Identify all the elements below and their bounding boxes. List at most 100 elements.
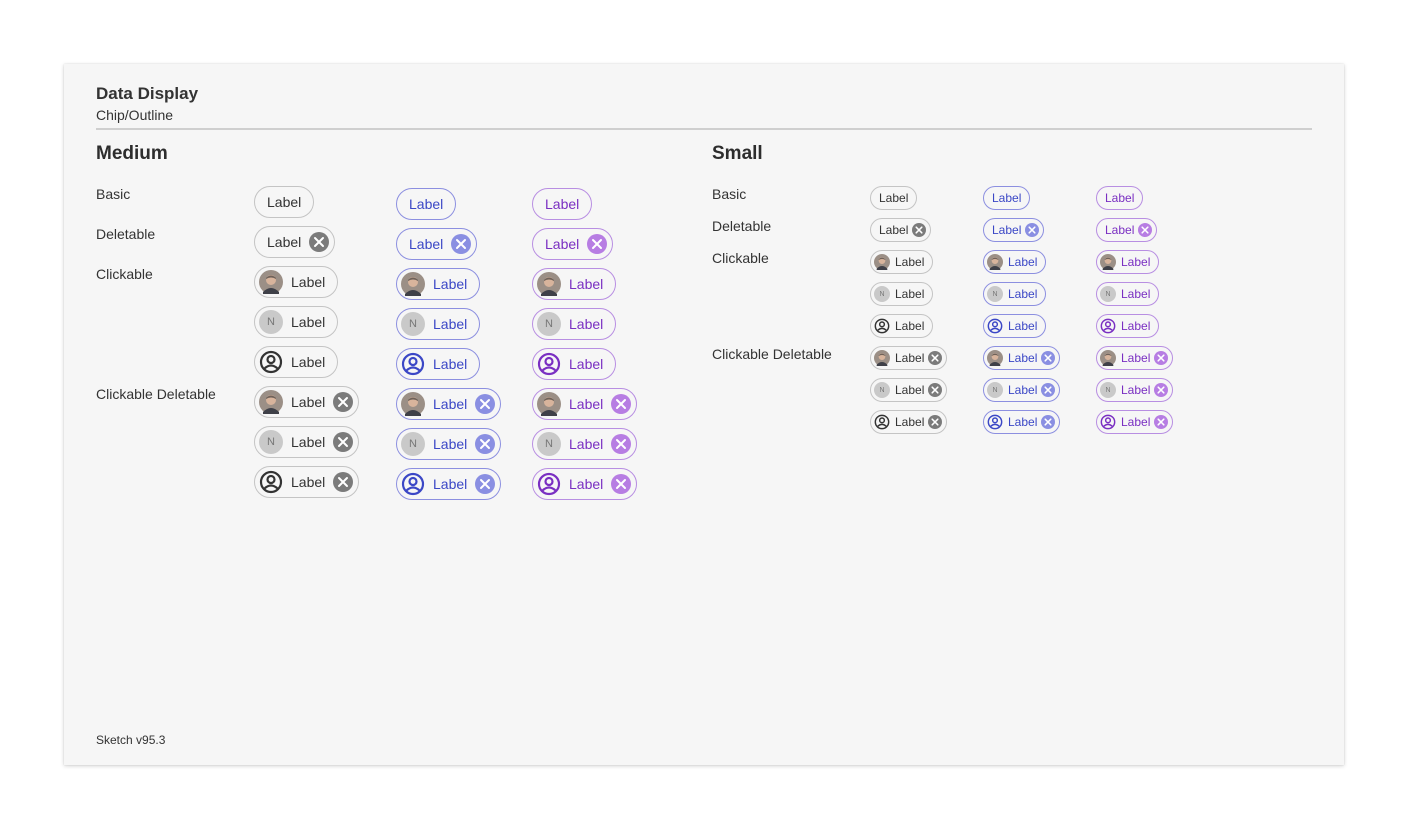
chip-label: Label (1105, 223, 1135, 237)
chip-purple-user[interactable]: Label (532, 348, 617, 380)
photo-avatar (1100, 350, 1116, 366)
row-label-clickable-deletable: Clickable Deletable (712, 346, 832, 362)
chip-blue[interactable]: Label (983, 186, 1031, 210)
chip-blue-deletable[interactable]: Label (396, 228, 478, 260)
chip-blue-letter[interactable]: N Label (983, 282, 1047, 306)
close-circle-icon[interactable] (475, 434, 496, 454)
account-circle-icon (401, 352, 425, 376)
chip-neutral[interactable]: Label (870, 186, 918, 210)
chip-neutral-photo-deletable[interactable]: Label (870, 346, 948, 370)
close-circle-icon[interactable] (1041, 351, 1056, 365)
close-circle-icon[interactable] (333, 392, 354, 412)
chip-blue-letter-deletable[interactable]: N Label (983, 378, 1061, 402)
chip-blue[interactable]: Label (396, 188, 457, 220)
close-circle-icon[interactable] (475, 394, 496, 414)
chip-neutral-user[interactable]: Label (870, 314, 934, 338)
chip-neutral-letter-deletable[interactable]: N Label (870, 378, 948, 402)
chip-label: Label (1008, 319, 1038, 333)
chip-blue-photo[interactable]: Label (396, 268, 481, 300)
chip-neutral-photo[interactable]: Label (254, 266, 339, 298)
close-circle-icon[interactable] (1041, 415, 1056, 429)
letter-avatar: N (874, 286, 890, 302)
close-circle-icon[interactable] (1138, 223, 1153, 237)
close-circle-icon[interactable] (611, 434, 632, 454)
chip-neutral-user[interactable]: Label (254, 346, 339, 378)
chip-blue-photo[interactable]: Label (983, 250, 1047, 274)
chip-blue-user-deletable[interactable]: Label (396, 468, 502, 500)
close-circle-icon[interactable] (309, 232, 330, 252)
chip-neutral-deletable[interactable]: Label (254, 226, 336, 258)
chip-label: Label (409, 196, 444, 212)
chip-blue-photo-deletable[interactable]: Label (983, 346, 1061, 370)
close-circle-icon[interactable] (611, 394, 632, 414)
chip-label: Label (1008, 415, 1038, 429)
close-circle-icon[interactable] (333, 432, 354, 452)
close-circle-icon[interactable] (1025, 223, 1040, 237)
chip-blue-user-deletable[interactable]: Label (983, 410, 1061, 434)
chip-purple-user-deletable[interactable]: Label (532, 468, 638, 500)
close-circle-icon[interactable] (611, 474, 632, 494)
chip-purple-letter-deletable[interactable]: N Label (1096, 378, 1174, 402)
photo-avatar (1100, 254, 1116, 270)
chip-neutral-letter[interactable]: N Label (254, 306, 339, 338)
chip-blue-user[interactable]: Label (983, 314, 1047, 338)
chip-purple-deletable[interactable]: Label (532, 228, 614, 260)
chip-neutral-photo[interactable]: Label (870, 250, 934, 274)
chip-blue-user[interactable]: Label (396, 348, 481, 380)
chip-purple-user-deletable[interactable]: Label (1096, 410, 1174, 434)
chip-label: Label (992, 223, 1022, 237)
chip-blue-letter[interactable]: N Label (396, 308, 481, 340)
close-circle-icon[interactable] (1041, 383, 1056, 397)
chip-neutral-user-deletable[interactable]: Label (870, 410, 948, 434)
close-circle-icon[interactable] (1154, 383, 1169, 397)
chip-label: Label (895, 383, 925, 397)
chip-neutral-letter[interactable]: N Label (870, 282, 934, 306)
close-circle-icon[interactable] (912, 223, 927, 237)
chip-blue-letter-deletable[interactable]: N Label (396, 428, 502, 460)
close-circle-icon[interactable] (1154, 351, 1169, 365)
chip-purple-deletable[interactable]: Label (1096, 218, 1158, 242)
account-circle-icon (401, 472, 425, 496)
close-circle-icon[interactable] (1154, 415, 1169, 429)
chip-neutral-user-deletable[interactable]: Label (254, 466, 360, 498)
close-circle-icon[interactable] (587, 234, 608, 254)
chip-purple-photo[interactable]: Label (532, 268, 617, 300)
chip-label: Label (291, 434, 326, 450)
close-circle-icon[interactable] (928, 383, 943, 397)
account-circle-icon (259, 470, 283, 494)
chip-purple[interactable]: Label (532, 188, 593, 220)
chip-label: Label (895, 351, 925, 365)
close-circle-icon[interactable] (451, 234, 472, 254)
chip-label: Label (433, 356, 468, 372)
chip-purple-photo[interactable]: Label (1096, 250, 1160, 274)
chip-purple[interactable]: Label (1096, 186, 1144, 210)
chip-label: Label (1121, 319, 1151, 333)
chip-neutral-photo-deletable[interactable]: Label (254, 386, 360, 418)
close-circle-icon[interactable] (928, 415, 943, 429)
chip-label: Label (291, 314, 326, 330)
chip-purple-user[interactable]: Label (1096, 314, 1160, 338)
chip-purple-letter[interactable]: N Label (532, 308, 617, 340)
photo-avatar (401, 392, 425, 416)
chip-blue-deletable[interactable]: Label (983, 218, 1045, 242)
chip-purple-photo-deletable[interactable]: Label (1096, 346, 1174, 370)
close-circle-icon[interactable] (475, 474, 496, 494)
account-circle-icon (987, 414, 1003, 430)
page-title: Data Display (96, 84, 199, 103)
page-subtitle: Chip/Outline (96, 107, 174, 123)
chip-neutral-letter-deletable[interactable]: N Label (254, 426, 360, 458)
account-circle-icon (874, 414, 890, 430)
chip-label: Label (1121, 287, 1151, 301)
chip-neutral-deletable[interactable]: Label (870, 218, 932, 242)
chip-label: Label (1008, 383, 1038, 397)
chip-purple-letter[interactable]: N Label (1096, 282, 1160, 306)
letter-avatar: N (987, 286, 1003, 302)
chip-blue-photo-deletable[interactable]: Label (396, 388, 502, 420)
photo-avatar (874, 350, 890, 366)
chip-purple-letter-deletable[interactable]: N Label (532, 428, 638, 460)
header-divider (96, 128, 1312, 130)
close-circle-icon[interactable] (928, 351, 943, 365)
chip-purple-photo-deletable[interactable]: Label (532, 388, 638, 420)
chip-neutral[interactable]: Label (254, 186, 315, 218)
close-circle-icon[interactable] (333, 472, 354, 492)
